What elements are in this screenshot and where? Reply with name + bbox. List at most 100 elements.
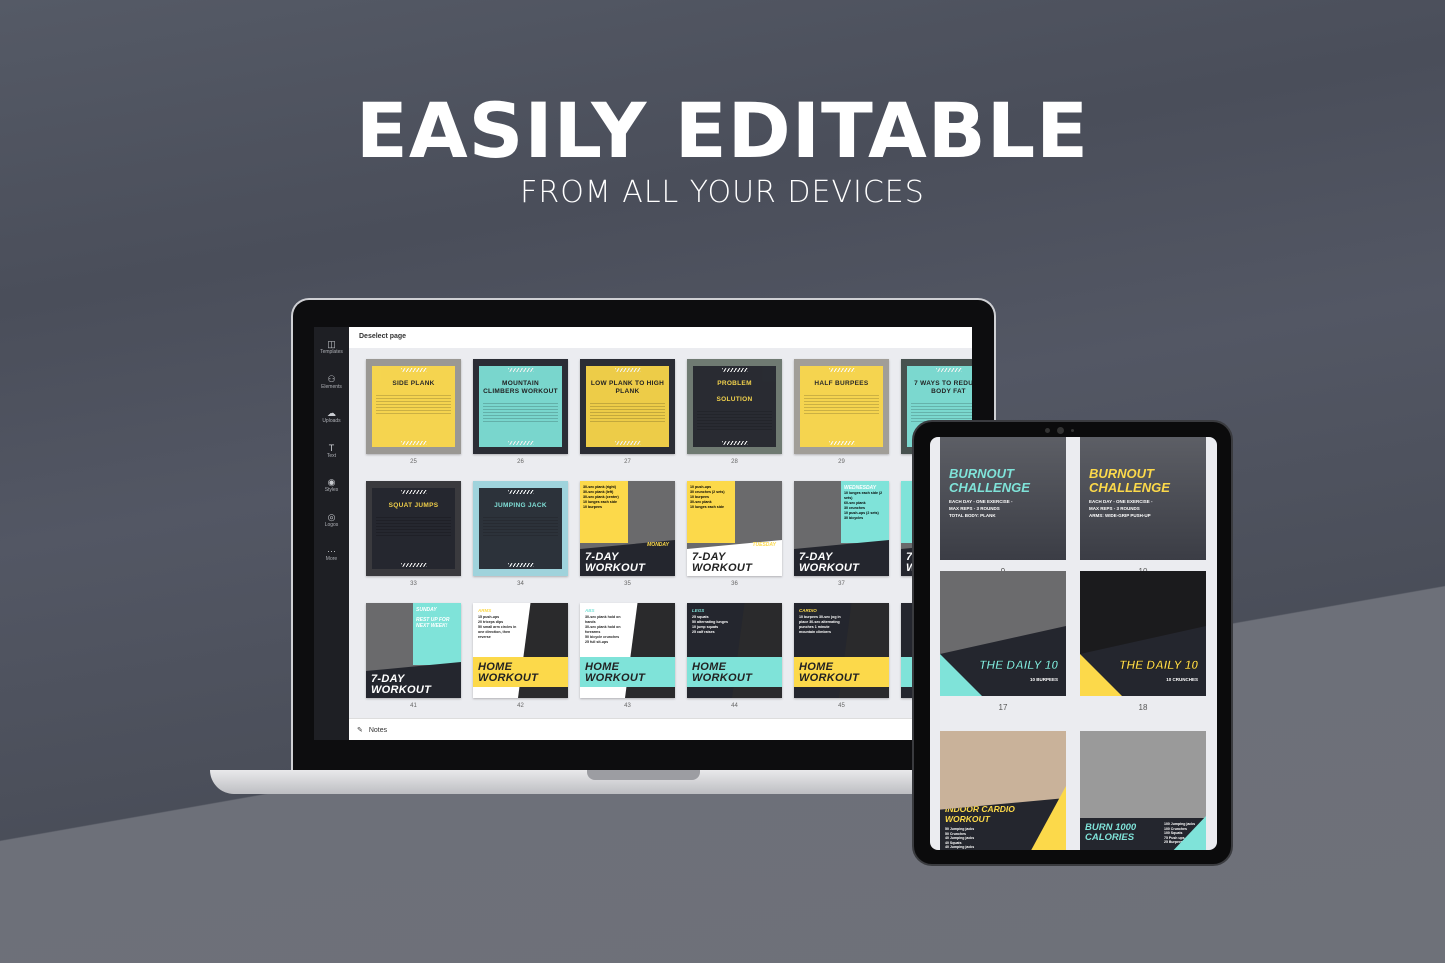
card-panel: SIDE PLANK: [372, 366, 455, 447]
elements-icon: ⚇: [327, 373, 336, 384]
list-item: 30-sec plank hold on forearms: [585, 625, 621, 634]
notes-bar[interactable]: ✎ Notes: [349, 718, 972, 740]
template-page[interactable]: BURN 1000 CALORIES 100 Jumping jacks 100 …: [1080, 731, 1206, 850]
palette-icon: ◉: [327, 477, 336, 488]
page-number: 26: [517, 459, 524, 465]
template-page[interactable]: SIDE PLANK: [366, 359, 461, 454]
template-page[interactable]: BURNOUT CHALLENGE EACH DAY - ONE EXERCIS…: [1080, 437, 1206, 560]
hatch-decoration: [400, 441, 427, 445]
more-icon: ···: [327, 546, 336, 557]
template-page[interactable]: MOUNTAIN CLIMBERS WORKOUT: [473, 359, 568, 454]
list-item: 10 burpees 30-sec jog in place 30-sec al…: [799, 615, 841, 634]
list-item: 10 lunges each side (2 sets): [844, 491, 883, 500]
template-page[interactable]: ARMS 15 push-ups 20 triceps dips 50 small …: [473, 603, 568, 698]
card-title: PROBLEM: [717, 380, 752, 387]
sidebar-item-uploads[interactable]: ☁ Uploads: [314, 396, 349, 431]
template-page[interactable]: SUNDAY REST UP FOR NEXT WEEK! 7-DAY WORK…: [366, 603, 461, 698]
notes-icon: ✎: [357, 727, 363, 734]
deselect-page-button[interactable]: Deselect page: [359, 333, 406, 340]
card-panel: JUMPING JACK: [479, 488, 562, 569]
sidebar-item-text[interactable]: T Text: [314, 431, 349, 466]
template-page[interactable]: LOW PLANK TO HIGH PLANK: [580, 359, 675, 454]
sidebar-item-logos[interactable]: ◎ Logos: [314, 500, 349, 535]
card-title: BURNOUT CHALLENGE: [1089, 466, 1170, 495]
detail-line: TOTAL BODY: PLANK: [949, 513, 996, 518]
sidebar-item-styles[interactable]: ◉ Styles: [314, 465, 349, 500]
page-number: 43: [624, 703, 631, 709]
hatch-decoration: [614, 441, 641, 445]
card-body-text: [376, 515, 451, 537]
day-label: SUNDAY: [416, 607, 437, 613]
sidebar-item-label: Templates: [320, 349, 343, 356]
list-item: 10 lunges each side: [690, 505, 724, 509]
hatch-decoration: [935, 368, 962, 372]
hatch-decoration: [400, 490, 427, 494]
notes-label: Notes: [368, 727, 388, 734]
template-page[interactable]: SQUAT JUMPS: [366, 481, 461, 576]
title-band: HOME WORKOUT: [580, 657, 675, 687]
page-number: 35: [624, 581, 631, 587]
sidebar-item-templates[interactable]: ◫ Templates: [314, 327, 349, 362]
exercise-list: 25 squats 50 alternating lunges 10 jump sq…: [692, 615, 734, 635]
card-title: 7 WAYS TO REDUCE BODY FAT: [914, 380, 972, 395]
page-number: 25: [410, 459, 417, 465]
day-label: TUESDAY: [752, 542, 776, 548]
page-number: 33: [410, 581, 417, 587]
list-panel: SUNDAY REST UP FOR NEXT WEEK!: [413, 603, 461, 665]
hatch-decoration: [507, 563, 534, 567]
detail-line: 100 Jumping jacks: [1164, 822, 1196, 826]
headline: EASILY EDITABLE: [355, 86, 1090, 175]
sidebar-item-elements[interactable]: ⚇ Elements: [314, 362, 349, 397]
template-page[interactable]: 30-sec plank (right) 30-sec plank (left) 3…: [580, 481, 675, 576]
hatch-decoration: [507, 441, 534, 445]
template-page[interactable]: 10 push-ups 30 crunches (2 sets) 10 burpee…: [687, 481, 782, 576]
card-title: HOME WORKOUT: [799, 661, 860, 684]
sidebar-item-label: Styles: [324, 487, 339, 494]
camera-icon: [1057, 427, 1064, 434]
detail-line: MAX REPS - 3 ROUNDS: [1089, 506, 1140, 511]
list-item: 30-sec plank hold on hands: [585, 615, 621, 624]
template-page[interactable]: THE DAILY 10 10 CRUNCHES: [1080, 571, 1206, 696]
sidebar-item-label: Logos: [324, 521, 339, 528]
camera-dot: [1045, 428, 1050, 433]
template-page[interactable]: JUMPING JACK: [473, 481, 568, 576]
page-number: 41: [410, 703, 417, 709]
page-number: 17: [998, 703, 1008, 712]
template-page[interactable]: INDOOR CARDIO WORKOUT 50 Jumping jacks 50…: [940, 731, 1066, 850]
sidebar-item-label: Text: [326, 452, 337, 459]
template-page[interactable]: PROBLEM SOLUTION: [687, 359, 782, 454]
template-page[interactable]: THE DAILY 10 10 BURPEES: [940, 571, 1066, 696]
hatch-decoration: [828, 368, 855, 372]
detail-line: 10 BURPEES: [1029, 677, 1058, 682]
detail-line: EACH DAY - ONE EXERCISE -: [949, 499, 1013, 504]
category-label: ARMS: [478, 608, 492, 613]
hatch-decoration: [400, 563, 427, 567]
card-body-text: [804, 393, 879, 415]
template-page[interactable]: BURNOUT CHALLENGE EACH DAY - ONE EXERCIS…: [940, 437, 1066, 560]
sidebar-item-label: Uploads: [322, 418, 341, 425]
template-page[interactable]: WEDNESDAY 10 lunges each side (2 sets) 60…: [794, 481, 889, 576]
template-page[interactable]: HALF BURPEES: [794, 359, 889, 454]
logo-icon: ◎: [327, 511, 336, 522]
sidebar-item-more[interactable]: ··· More: [314, 534, 349, 569]
upload-cloud-icon: ☁: [327, 408, 336, 419]
list-panel: 10 push-ups 30 crunches (2 sets) 10 burpee…: [687, 481, 735, 543]
card-title: 7-DAY WORKOUT: [585, 551, 646, 574]
card-title: HOME WORKOUT: [692, 661, 753, 684]
card-panel: SQUAT JUMPS: [372, 488, 455, 569]
card-body-text: [483, 401, 558, 423]
detail-line: MAX REPS - 3 ROUNDS: [949, 506, 1000, 511]
page-number: 34: [517, 581, 524, 587]
exercise-list: 30-sec plank (right) 30-sec plank (left) 3…: [583, 485, 625, 510]
category-label: LEGS: [692, 608, 705, 613]
card-title: LOW PLANK TO HIGH PLANK: [590, 380, 665, 395]
template-page[interactable]: ABS 30-sec plank hold on hands 30-sec pla…: [580, 603, 675, 698]
template-page[interactable]: LEGS 25 squats 50 alternating lunges 10 ju…: [687, 603, 782, 698]
category-label: ABS: [585, 608, 595, 613]
list-area: ABS 30-sec plank hold on hands 30-sec pla…: [585, 608, 627, 645]
card-title-2: SOLUTION: [716, 396, 753, 403]
templates-icon: ◫: [327, 339, 336, 350]
list-item: 50 small arm circles in one direction, t…: [478, 625, 517, 639]
page-number: 18: [1138, 703, 1148, 712]
template-page[interactable]: CARDIO 10 burpees 30-sec jog in place 30…: [794, 603, 889, 698]
